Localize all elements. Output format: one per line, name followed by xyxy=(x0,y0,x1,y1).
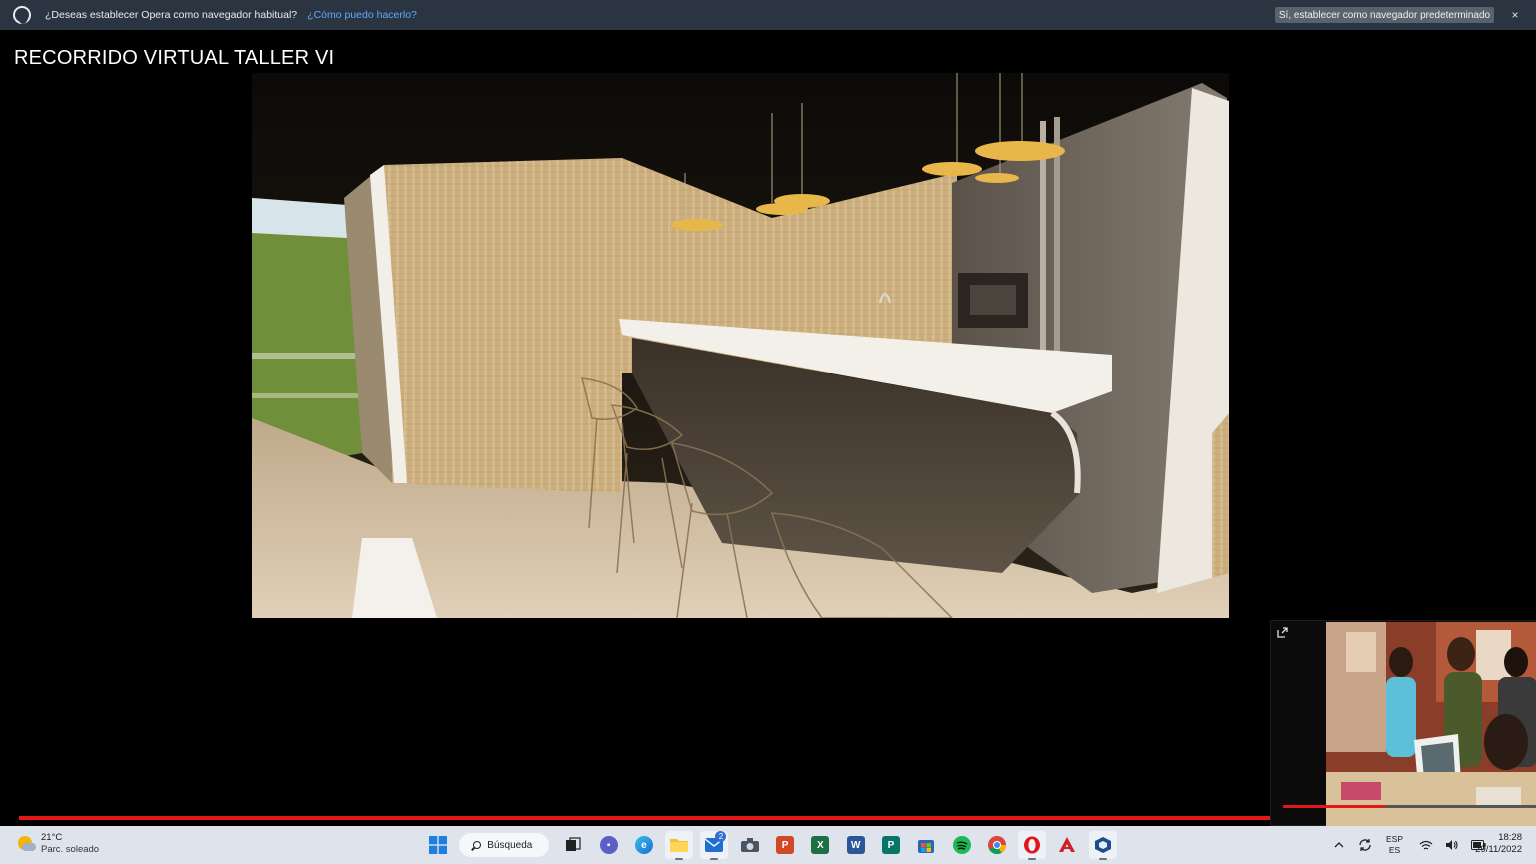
task-view-icon[interactable] xyxy=(559,831,587,859)
video-progress-fill xyxy=(19,816,1270,820)
microsoft-store-icon[interactable] xyxy=(912,831,940,859)
opera-icon[interactable] xyxy=(1018,831,1047,860)
pip-scene xyxy=(1326,622,1536,826)
acrobat-icon[interactable] xyxy=(1053,831,1081,859)
set-default-browser-button[interactable]: Sí, establecer como navegador predetermi… xyxy=(1275,7,1494,23)
spotify-icon[interactable] xyxy=(948,831,976,859)
teams-chat-icon[interactable]: ▪ xyxy=(595,831,623,859)
weather-description: Parc. soleado xyxy=(41,844,100,855)
file-explorer-icon[interactable] xyxy=(665,831,694,860)
windows-taskbar: 21°C Parc. soleado Búsqueda ▪ e 2 P X W … xyxy=(0,826,1536,864)
opera-default-browser-bar: ¿Deseas establecer Opera como navegador … xyxy=(0,0,1536,30)
taskbar-search[interactable]: Búsqueda xyxy=(459,833,550,857)
search-label: Búsqueda xyxy=(487,839,533,851)
main-video[interactable] xyxy=(252,73,1229,618)
word-icon[interactable]: W xyxy=(842,831,870,859)
chrome-icon[interactable] xyxy=(983,831,1011,859)
page-title: RECORRIDO VIRTUAL TALLER VI xyxy=(14,47,335,69)
weather-temperature: 21°C xyxy=(41,832,63,843)
language-top: ESP xyxy=(1386,834,1404,844)
chevron-up-icon[interactable] xyxy=(1330,836,1348,854)
language-indicator[interactable]: ESP ES xyxy=(1386,834,1403,856)
pip-progress-fill xyxy=(1283,805,1385,808)
mail-icon[interactable]: 2 xyxy=(700,831,729,860)
weather-widget[interactable]: 21°C Parc. soleado xyxy=(16,832,99,856)
sketchup-icon[interactable] xyxy=(1088,831,1117,860)
clock-date: 29/11/2022 xyxy=(1475,844,1522,855)
volume-icon[interactable] xyxy=(1443,836,1461,854)
windows-start-icon[interactable] xyxy=(424,831,452,859)
publisher-icon[interactable]: P xyxy=(877,831,905,859)
edge-icon[interactable]: e xyxy=(630,831,658,859)
system-clock[interactable]: 18:28 29/11/2022 xyxy=(1470,832,1522,856)
opera-logo-icon xyxy=(13,6,31,24)
sync-icon[interactable] xyxy=(1356,836,1374,854)
opera-bar-message: ¿Deseas establecer Opera como navegador … xyxy=(45,9,298,21)
search-icon xyxy=(473,841,482,849)
language-bottom: ES xyxy=(1388,845,1401,855)
pip-expand-icon[interactable] xyxy=(1277,627,1289,639)
kitchen-render-scene xyxy=(252,73,1229,618)
powerpoint-icon[interactable]: P xyxy=(771,831,799,859)
excel-icon[interactable]: X xyxy=(806,831,834,859)
camera-icon[interactable] xyxy=(736,831,764,859)
partly-sunny-icon xyxy=(16,834,36,854)
mail-badge: 2 xyxy=(715,831,727,842)
close-icon[interactable]: × xyxy=(1508,7,1522,23)
how-to-link[interactable]: ¿Cómo puedo hacerlo? xyxy=(307,9,417,21)
picture-in-picture-player[interactable] xyxy=(1270,620,1536,826)
pip-progress-bar[interactable] xyxy=(1283,805,1536,808)
video-progress-bar[interactable] xyxy=(19,816,1270,820)
pip-video xyxy=(1326,622,1536,826)
clock-time: 18:28 xyxy=(1498,832,1522,843)
wifi-icon[interactable] xyxy=(1417,836,1435,854)
